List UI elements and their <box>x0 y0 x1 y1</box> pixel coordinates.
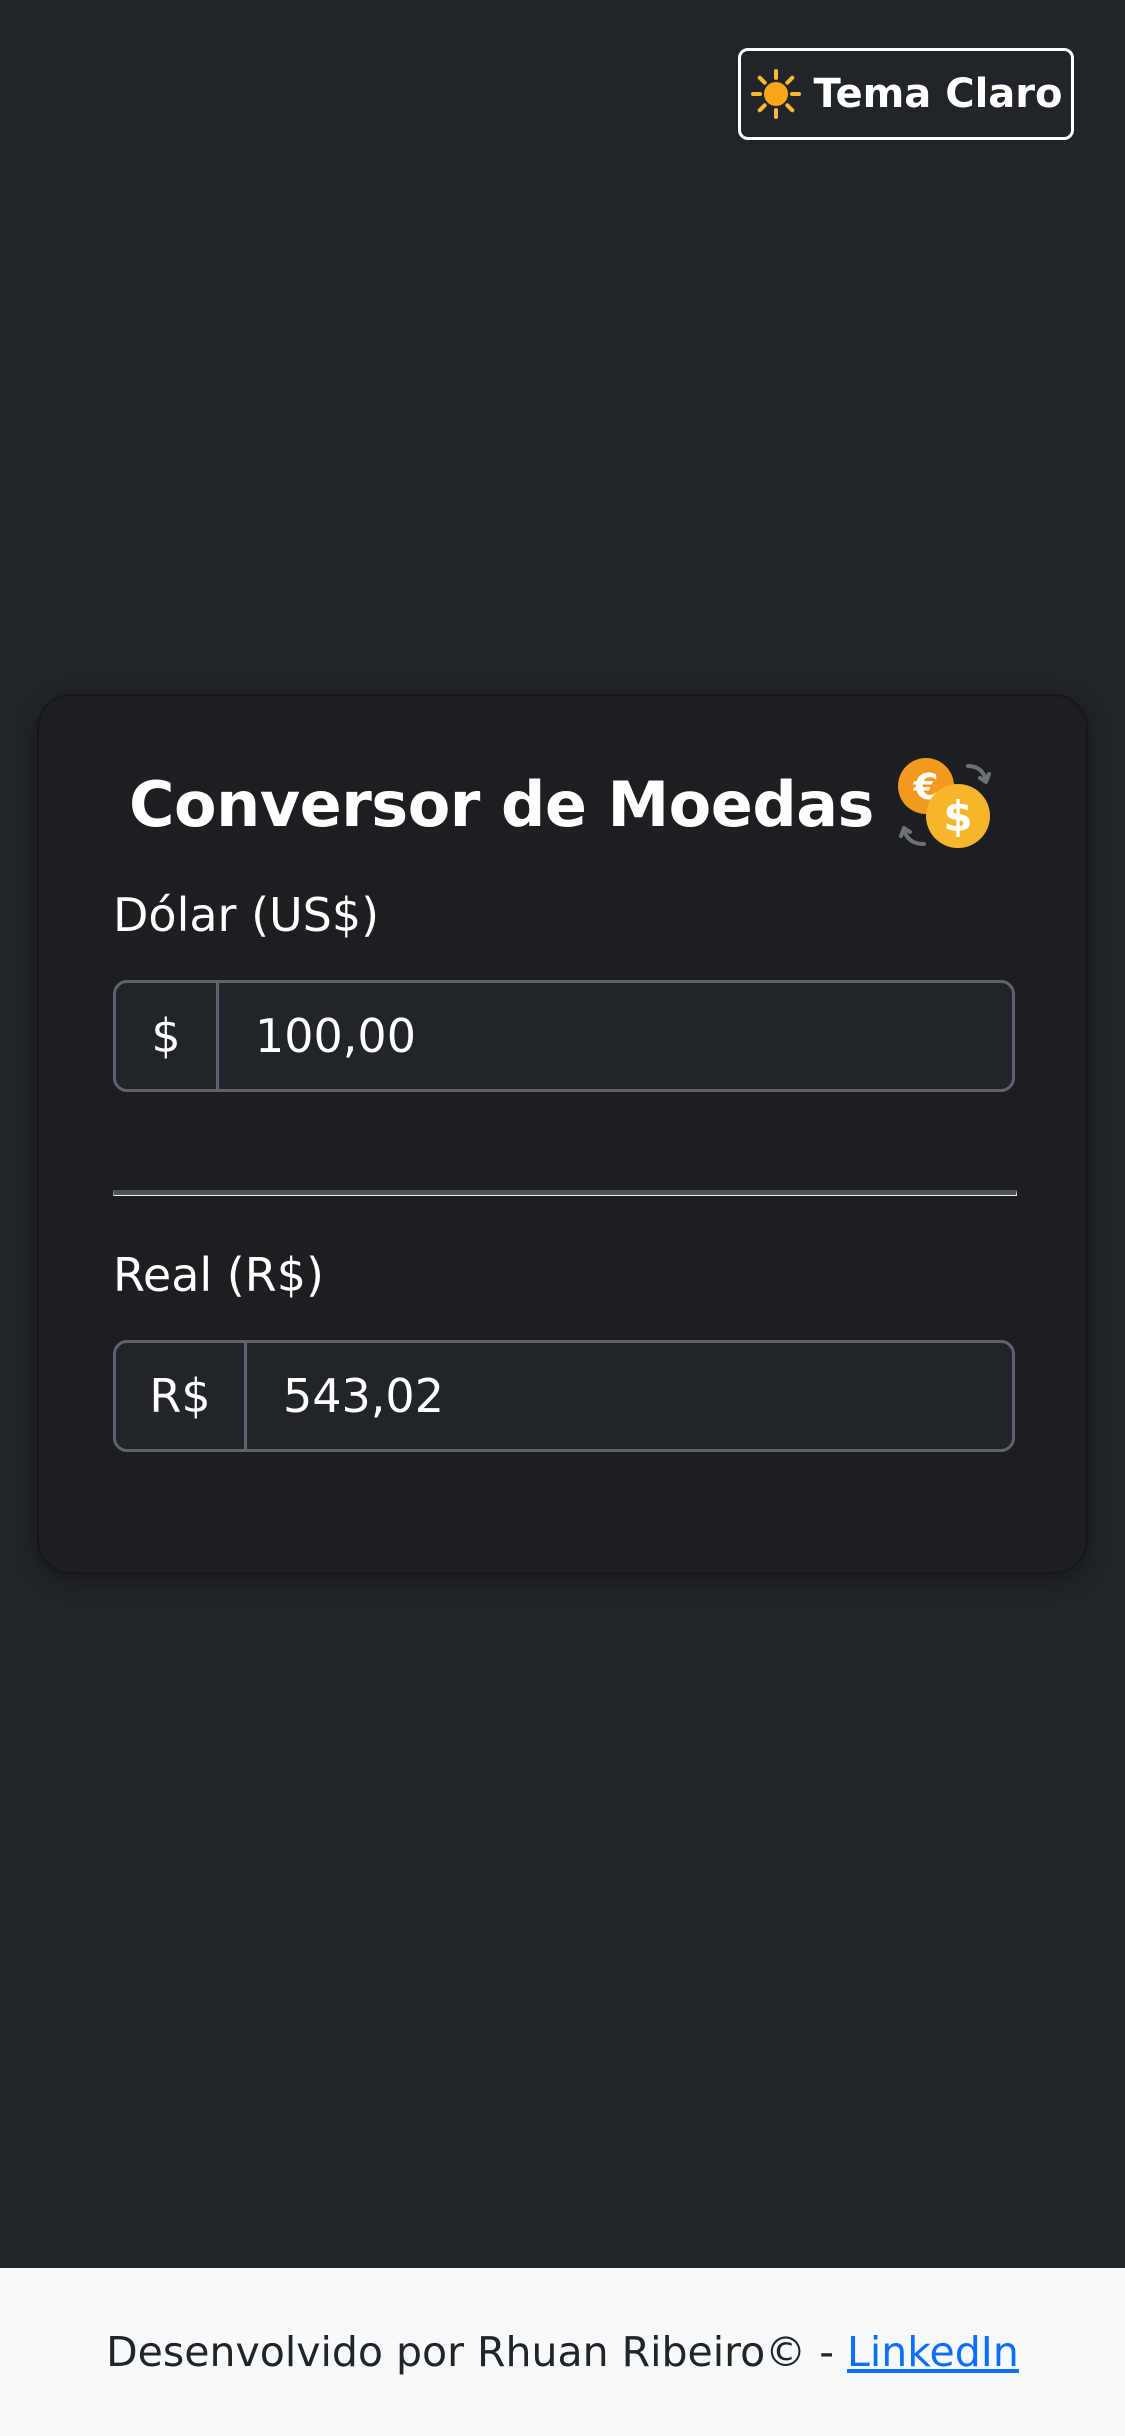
theme-toggle-button[interactable]: Tema Claro <box>738 48 1074 140</box>
dollar-input-group: $ <box>113 980 1015 1092</box>
title-row: Conversor de Moedas € $ <box>39 756 1086 852</box>
footer: Desenvolvido por Rhuan Ribeiro© - Linked… <box>0 2268 1125 2436</box>
dollar-label: Dólar (US$) <box>113 888 380 942</box>
currency-exchange-coins-icon: € $ <box>896 756 996 852</box>
converter-card: Conversor de Moedas € $ Dólar (US$) $ Re… <box>37 694 1088 1574</box>
divider <box>113 1190 1017 1196</box>
page-title: Conversor de Moedas <box>129 767 874 841</box>
dollar-prefix: $ <box>116 983 219 1089</box>
real-prefix: R$ <box>116 1343 247 1449</box>
dollar-input[interactable] <box>219 983 1012 1089</box>
sun-icon <box>750 68 802 120</box>
footer-text: Desenvolvido por Rhuan Ribeiro© - Linked… <box>106 2328 1019 2376</box>
real-label: Real (R$) <box>113 1248 324 1302</box>
svg-text:$: $ <box>943 792 972 841</box>
footer-credit: Desenvolvido por Rhuan Ribeiro© - <box>106 2328 848 2376</box>
theme-toggle-label: Tema Claro <box>813 71 1063 117</box>
linkedin-link[interactable]: LinkedIn <box>847 2328 1019 2376</box>
real-input-group: R$ <box>113 1340 1015 1452</box>
real-input[interactable] <box>247 1343 1012 1449</box>
